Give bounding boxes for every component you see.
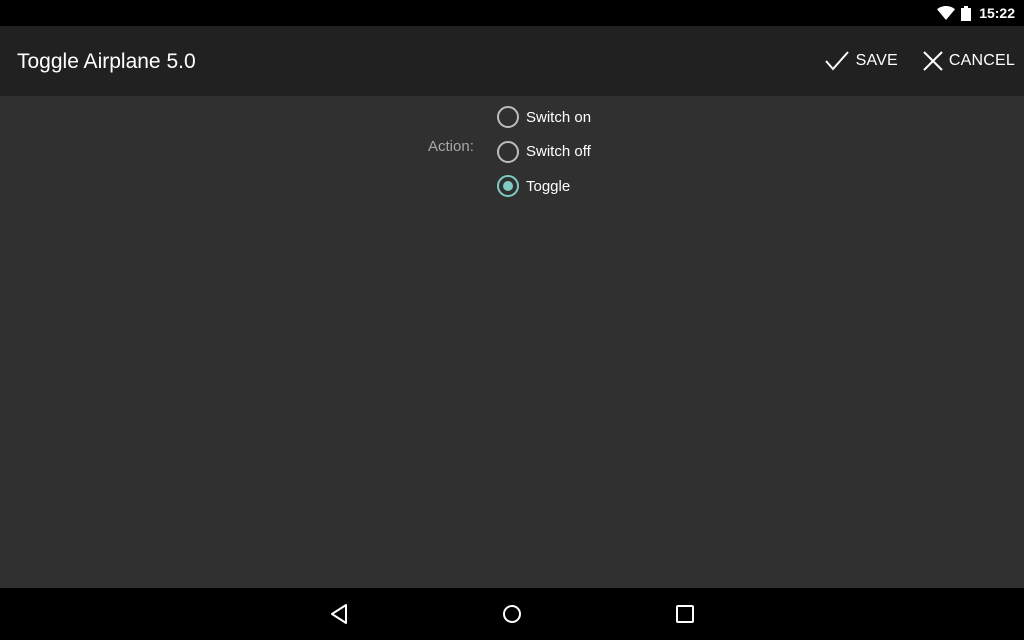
action-label: Action: [428,138,474,155]
radio-label: Toggle [526,177,571,195]
back-icon[interactable] [328,602,352,626]
radio-button-icon [497,140,519,163]
home-icon[interactable] [500,602,524,626]
status-time: 15:22 [979,5,1015,21]
action-radio-group: Switch on Switch off Toggle [497,100,591,204]
app-actions: SAVE CANCEL [816,26,1024,96]
content-area: Action: Switch on Switch off Toggle [0,96,1024,588]
radio-button-checked-icon [497,175,519,198]
recents-icon[interactable] [673,602,697,626]
status-bar: 15:22 [0,0,1024,26]
app-bar: Toggle Airplane 5.0 SAVE CANCEL [0,26,1024,96]
cancel-button[interactable]: CANCEL [915,26,1024,96]
radio-label: Switch off [526,143,591,161]
save-label: SAVE [855,52,898,69]
radio-switch-off[interactable]: Switch off [497,135,591,170]
radio-toggle[interactable]: Toggle [497,169,591,204]
radio-button-icon [497,106,519,129]
close-icon [923,51,943,71]
page-title: Toggle Airplane 5.0 [17,50,196,73]
navigation-bar [0,588,1024,640]
save-button[interactable]: SAVE [816,26,906,96]
cancel-label: CANCEL [948,52,1015,69]
battery-icon [961,5,972,21]
check-icon [824,51,849,71]
radio-switch-on[interactable]: Switch on [497,100,591,135]
wifi-icon [937,6,956,20]
radio-label: Switch on [526,108,592,126]
